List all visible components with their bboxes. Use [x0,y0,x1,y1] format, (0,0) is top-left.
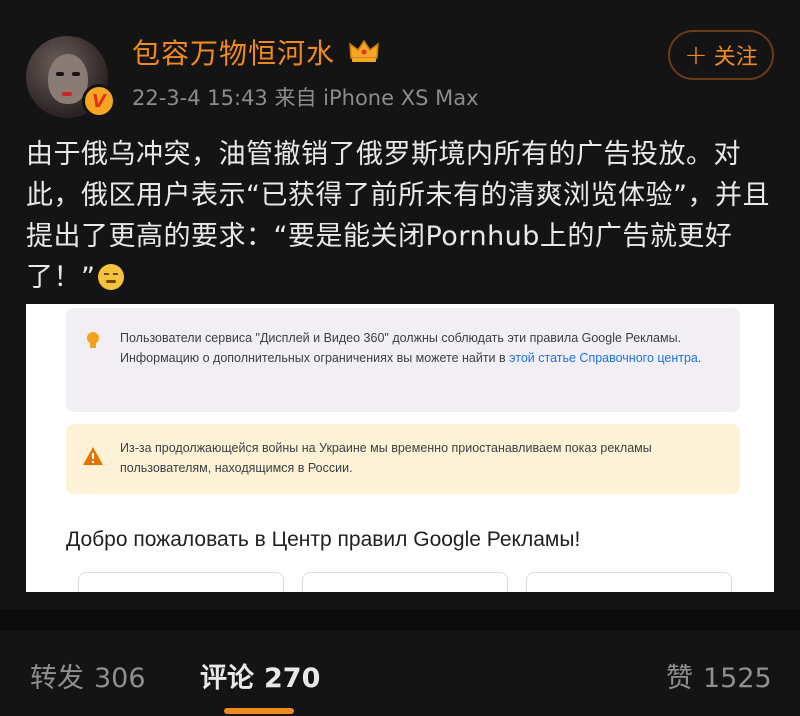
action-bar: 转发 306 评论 270 赞 1525 [0,630,800,716]
info-notice: Пользователи сервиса "Дисплей и Видео 36… [66,308,740,412]
info-notice-text: Пользователи сервиса "Дисплей и Видео 36… [120,328,720,368]
avatar-eye [56,72,64,76]
like-button[interactable]: 赞 1525 [666,656,772,695]
welcome-heading: Добро пожаловать в Центр правил Google Р… [66,528,581,551]
repost-label: 转发 [30,663,84,694]
like-label: 赞 [666,663,693,694]
post-body: 由于俄乌冲突，油管撤销了俄罗斯境内所有的广告投放。对此，俄区用户表示“已获得了前… [26,139,770,293]
lightbulb-icon [87,332,99,348]
warning-notice: Из-за продолжающейся войны на Украине мы… [66,424,740,494]
active-tab-indicator [224,708,294,714]
repost-count: 306 [94,663,146,694]
comment-count: 270 [264,663,321,694]
warning-text: Из-за продолжающейся войны на Украине мы… [120,441,652,475]
avatar-mouth [62,92,72,96]
post-meta: 22-3-4 15:43 来自 iPhone XS Max [132,86,479,110]
verified-badge-icon: V [82,84,116,118]
follow-button[interactable]: + 关注 [668,30,774,80]
repost-button[interactable]: 转发 306 [30,656,146,695]
embedded-screenshot[interactable]: Пользователи сервиса "Дисплей и Видео 36… [26,304,774,592]
policy-card[interactable] [78,572,284,592]
comment-label: 评论 [200,663,254,694]
section-divider [0,610,800,630]
follow-label: 关注 [713,45,758,70]
weibo-post: V 包容万物恒河水 22-3-4 15:43 来自 iPhone XS Max … [0,0,800,610]
help-article-link[interactable]: этой статье Справочного центра [509,351,698,365]
smirk-emoji-icon [97,264,124,290]
plus-icon: + [684,38,708,71]
author-name[interactable]: 包容万物恒河水 [132,32,335,72]
policy-card[interactable] [526,572,732,592]
post-text: 由于俄乌冲突，油管撤销了俄罗斯境内所有的广告投放。对此，俄区用户表示“已获得了前… [26,134,776,298]
comment-tab[interactable]: 评论 270 [200,656,320,695]
policy-card[interactable] [302,572,508,592]
like-count: 1525 [703,663,772,694]
avatar-eye [72,72,80,76]
warning-icon [83,447,103,465]
info-notice-end: . [697,351,702,365]
crown-icon [349,39,379,62]
